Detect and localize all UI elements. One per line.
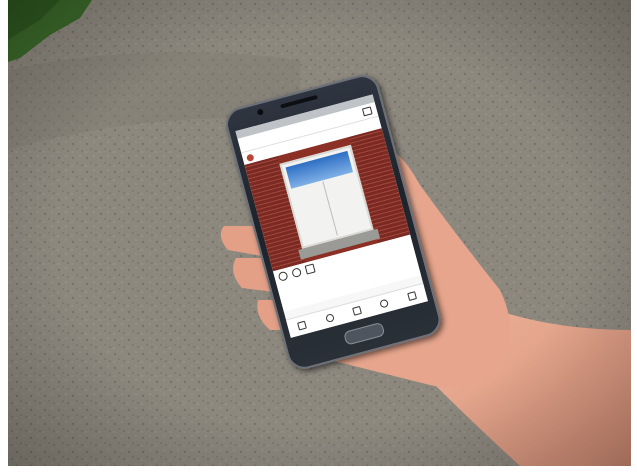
door-window: [285, 150, 354, 189]
search-icon[interactable]: [324, 313, 335, 324]
profile-icon[interactable]: [406, 291, 417, 302]
door-split: [322, 181, 338, 236]
camera-icon[interactable]: [352, 305, 362, 316]
activity-icon[interactable]: [379, 298, 390, 309]
home-icon[interactable]: [297, 320, 308, 331]
comment-icon[interactable]: [290, 266, 303, 278]
inbox-icon[interactable]: [361, 106, 373, 117]
share-icon[interactable]: [304, 263, 316, 275]
heart-icon[interactable]: [277, 270, 289, 282]
photo-scene: [0, 0, 637, 472]
avatar[interactable]: [245, 152, 255, 162]
